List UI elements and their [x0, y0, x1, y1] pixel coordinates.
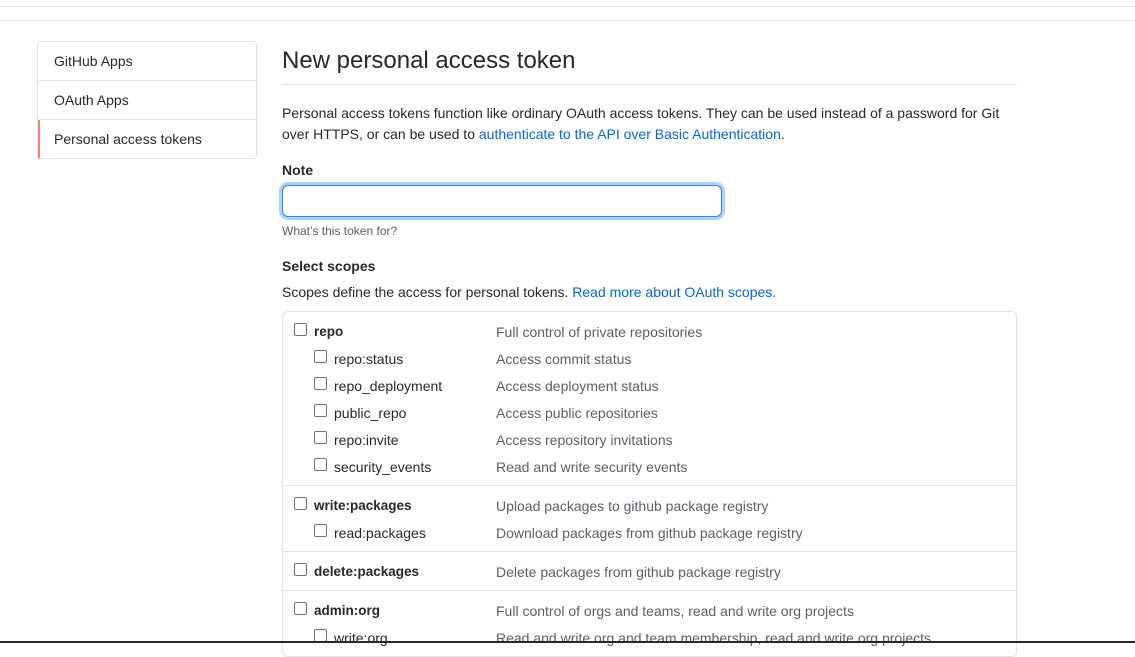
developer-settings-sidebar: GitHub Apps OAuth Apps Personal access t… — [37, 41, 257, 159]
oauth-scopes-link[interactable]: Read more about OAuth scopes. — [572, 284, 776, 300]
scope-row-delete-packages: delete:packages Delete packages from git… — [283, 559, 1016, 586]
scope-group-delete-packages: delete:packages Delete packages from git… — [283, 552, 1016, 591]
select-scopes-label: Select scopes — [282, 258, 376, 274]
page-title: New personal access token — [282, 41, 1017, 85]
note-label: Note — [282, 162, 314, 178]
scope-group-admin-org: admin:org Full control of orgs and teams… — [283, 591, 1016, 656]
scope-row-write-packages: write:packages Upload packages to github… — [283, 493, 1016, 520]
scope-row-public-repo: public_repo Access public repositories — [283, 400, 1016, 427]
header-divider-lower — [0, 20, 1135, 21]
scope-description: Access public repositories — [496, 405, 658, 421]
intro-paragraph: Personal access tokens function like ord… — [282, 103, 1017, 145]
scope-description: Download packages from github package re… — [496, 525, 803, 541]
scope-name: repo_deployment — [334, 378, 443, 394]
public-repo-checkbox[interactable] — [314, 404, 327, 417]
write-packages-checkbox[interactable] — [294, 497, 307, 510]
sidebar-item-personal-access-tokens[interactable]: Personal access tokens — [38, 120, 256, 158]
scope-description: Read and write security events — [496, 459, 688, 475]
scope-description: Access deployment status — [496, 378, 659, 394]
sidebar-item-oauth-apps[interactable]: OAuth Apps — [38, 81, 256, 120]
scope-group-repo: repo Full control of private repositorie… — [283, 312, 1016, 486]
delete-packages-checkbox[interactable] — [294, 563, 307, 576]
scope-row-repo-deployment: repo_deployment Access deployment status — [283, 373, 1016, 400]
scope-description: Full control of private repositories — [496, 324, 703, 340]
scope-name: repo:invite — [334, 432, 399, 448]
scope-name: delete:packages — [314, 564, 420, 579]
scope-name: repo — [314, 324, 344, 339]
note-hint: What’s this token for? — [282, 224, 398, 238]
security-events-checkbox[interactable] — [314, 458, 327, 471]
scope-description: Access commit status — [496, 351, 632, 367]
scope-description: Read and write org and team membership, … — [496, 630, 931, 646]
scope-description: Full control of orgs and teams, read and… — [496, 603, 854, 619]
scope-name: repo:status — [334, 351, 404, 367]
scopes-list: repo Full control of private repositorie… — [282, 311, 1017, 657]
scope-row-admin-org: admin:org Full control of orgs and teams… — [283, 598, 1016, 625]
scope-row-security-events: security_events Read and write security … — [283, 454, 1016, 481]
scope-name: write:packages — [314, 498, 412, 513]
sidebar-item-github-apps[interactable]: GitHub Apps — [38, 42, 256, 81]
scope-name: admin:org — [314, 603, 380, 618]
repo-deployment-checkbox[interactable] — [314, 377, 327, 390]
scope-description: Upload packages to github package regist… — [496, 498, 769, 514]
scope-row-write-org: write:org Read and write org and team me… — [283, 625, 1016, 652]
scope-group-write-packages: write:packages Upload packages to github… — [283, 486, 1016, 552]
header-divider — [0, 6, 1135, 7]
scope-name: write:org — [334, 630, 388, 646]
scope-row-read-packages: read:packages Download packages from git… — [283, 520, 1016, 547]
basic-auth-link[interactable]: authenticate to the API over Basic Authe… — [479, 126, 781, 142]
scope-row-repo-status: repo:status Access commit status — [283, 346, 1016, 373]
intro-end: . — [780, 126, 785, 142]
repo-checkbox[interactable] — [294, 323, 307, 336]
scope-row-repo: repo Full control of private repositorie… — [283, 319, 1016, 346]
scopes-description-text: Scopes define the access for personal to… — [282, 284, 573, 300]
read-packages-checkbox[interactable] — [314, 524, 327, 537]
scope-name: public_repo — [334, 405, 407, 421]
scope-row-repo-invite: repo:invite Access repository invitation… — [283, 427, 1016, 454]
scope-name: security_events — [334, 459, 432, 475]
note-field-wrap — [282, 185, 1017, 217]
repo-invite-checkbox[interactable] — [314, 431, 327, 444]
scopes-description: Scopes define the access for personal to… — [282, 284, 1017, 300]
repo-status-checkbox[interactable] — [314, 350, 327, 363]
note-input[interactable] — [282, 185, 722, 217]
admin-org-checkbox[interactable] — [294, 602, 307, 615]
scope-description: Access repository invitations — [496, 432, 673, 448]
main-content: New personal access token Personal acces… — [282, 41, 1017, 657]
scope-name: read:packages — [334, 525, 426, 541]
scope-description: Delete packages from github package regi… — [496, 564, 781, 580]
